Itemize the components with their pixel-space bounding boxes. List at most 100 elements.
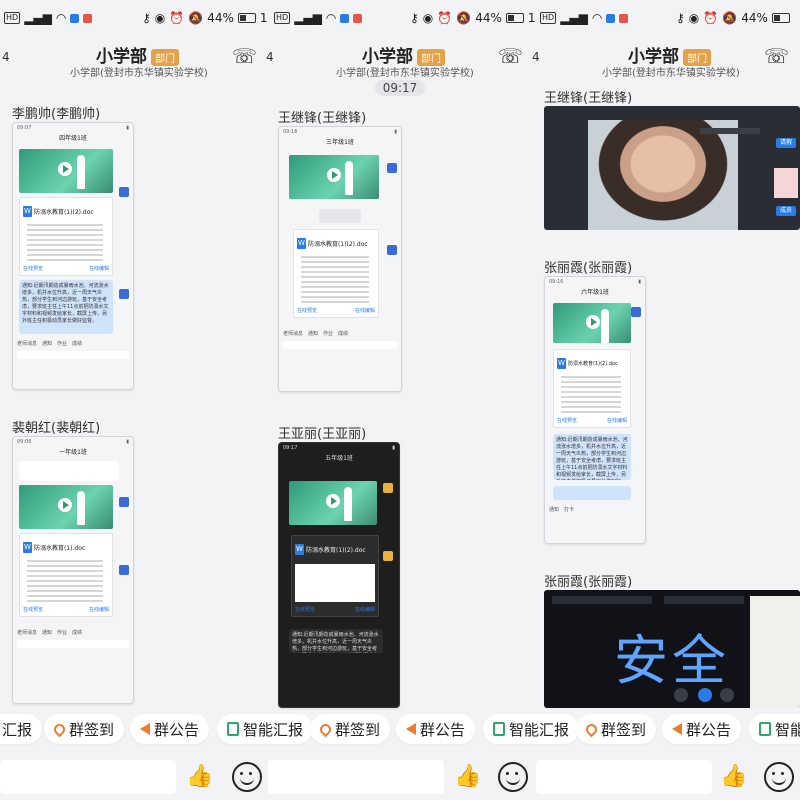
tb-item: 通知 — [42, 341, 53, 347]
status-count: 1 — [259, 11, 268, 25]
chip-smart-report[interactable]: 智能汇报 — [483, 714, 580, 744]
unread-count: 4 — [532, 50, 540, 64]
thumbs-up-icon[interactable]: 👍 — [454, 764, 481, 789]
status-bar-3-right: ⚷ ◉ ⏰ 🔕 44% — [676, 6, 790, 30]
battery-icon — [237, 13, 256, 23]
participant-video — [588, 120, 738, 230]
chip-smart-report[interactable]: 智能 — [749, 714, 800, 744]
chip-label: 智能汇报 — [243, 720, 304, 739]
alarm-icon: ⏰ — [703, 11, 719, 25]
location-icon — [51, 721, 68, 737]
play-icon — [585, 315, 600, 329]
members-button: 成员 — [776, 206, 796, 216]
thumb-chat-title: 一年级1班 — [59, 449, 87, 456]
play-icon — [326, 168, 341, 183]
phone-icon[interactable]: ☏ — [232, 44, 257, 68]
screenshot-image[interactable]: 09:07 ▮ 四年级1班 W 防溺水教育(1)(2).doc 在线预览 在线编辑 通… — [12, 122, 134, 390]
screenshot-image[interactable]: 09:08 ▮ 一年级1班 W 防溺水教育(1).doc 在线预览 在线编辑 老师消息… — [12, 436, 134, 704]
emoji-icon[interactable] — [232, 762, 262, 792]
whiteboard-screenshot[interactable]: 安全 — [544, 590, 800, 708]
chip-label: 汇报 — [2, 720, 33, 739]
wifi-icon: ◠ — [591, 11, 603, 25]
eye-icon: ◉ — [154, 11, 166, 25]
thumb-toolbar: 通知 打卡 — [545, 504, 645, 515]
chip-announcement[interactable]: 群公告 — [396, 714, 476, 744]
thumb-input — [283, 341, 397, 349]
report-icon — [227, 722, 239, 736]
edit-link: 在线编辑 — [606, 418, 627, 424]
chip-checkin[interactable]: 群签到 — [310, 714, 391, 744]
thumb-chat-title: 四年级1班 — [59, 135, 87, 142]
doc-actions: 在线预览 在线编辑 — [295, 606, 375, 613]
location-icon — [317, 721, 334, 737]
sender-name: 王亚丽(王亚丽) — [278, 427, 367, 442]
notice-bubble: 通知:近期汛期造成暴雨水池、河流涨水增多，机井水位升高，近一周天气炎热，部分学生… — [553, 434, 631, 480]
presenter-figure — [77, 491, 86, 525]
system-message — [319, 209, 361, 223]
hd-badge: HD — [4, 12, 21, 24]
avatar — [383, 483, 393, 493]
eye-icon: ◉ — [688, 11, 700, 25]
call-toolbar — [700, 128, 760, 134]
screenshot-image[interactable]: 09:16 ▮ 六年级1班 W 防溺水教育(1)(2).doc 在线预览 在线编辑 通… — [544, 276, 646, 544]
doc-name: 防溺水教育(1)(2).doc — [308, 241, 368, 248]
emoji-icon[interactable] — [764, 762, 794, 792]
thumb-toolbar: 老师消息 通知 作业 成绩 — [13, 627, 133, 638]
reply-bubble — [553, 486, 631, 500]
video-thumbnail — [289, 481, 377, 525]
app-icon — [340, 13, 350, 23]
avatar — [119, 497, 129, 507]
thumb-statusbar: 09:17 ▮ — [283, 445, 395, 451]
chip-checkin[interactable]: 群签到 — [44, 714, 125, 744]
video-thumbnail — [289, 155, 379, 199]
chip-smart-report[interactable]: 智能汇报 — [217, 714, 314, 744]
chip-label: 群签到 — [335, 720, 381, 739]
video-thumbnail — [19, 485, 113, 529]
thumb-toolbar: 老师消息 通知 作业 成绩 — [279, 328, 401, 339]
wifi-icon: ◠ — [55, 11, 67, 25]
leave-button: 请假 — [776, 138, 796, 148]
chip-announcement[interactable]: 群公告 — [130, 714, 210, 744]
mute-icon: 🔕 — [456, 11, 472, 25]
app-icon — [70, 13, 80, 23]
tb-item: 作业 — [57, 341, 68, 347]
presenter-figure — [77, 155, 86, 189]
thumbs-up-icon[interactable]: 👍 — [186, 764, 213, 789]
doc-actions: 在线预览 在线编辑 — [23, 606, 109, 613]
chip-checkin[interactable]: 群签到 — [576, 714, 657, 744]
avatar — [387, 245, 397, 255]
message-input[interactable] — [536, 760, 712, 794]
screenshot-image[interactable]: 09:16 ▮ 三年级1班 W 防溺水教育(1)(2).doc 在线预览 在线编辑 老… — [278, 126, 402, 392]
presenter-figure — [601, 309, 610, 343]
signal-icon: ▂▄▆ — [560, 11, 588, 25]
unread-count: 4 — [2, 50, 10, 64]
presenter-figure — [343, 487, 352, 521]
phone-icon[interactable]: ☏ — [498, 44, 523, 68]
app-icon — [353, 13, 363, 23]
thumb-chat-title: 三年级1班 — [326, 139, 354, 146]
video-call-screenshot[interactable]: 请假 成员 — [544, 106, 800, 230]
doc-card: W 防溺水教育(1).doc 在线预览 在线编辑 — [19, 533, 113, 617]
emoji-icon[interactable] — [498, 762, 528, 792]
thumb-chat-title: 五年级1班 — [325, 455, 353, 462]
tb-item: 通知 — [42, 630, 53, 636]
pen-icon — [720, 688, 734, 702]
wifi-icon: ◠ — [325, 11, 337, 25]
doc-actions: 在线预览 在线编辑 — [297, 307, 375, 314]
phone-icon[interactable]: ☏ — [764, 44, 789, 68]
megaphone-icon — [406, 723, 416, 735]
chalk-text: 安全 — [614, 629, 730, 692]
thumbs-up-icon[interactable]: 👍 — [720, 764, 747, 789]
alarm-icon: ⏰ — [169, 11, 185, 25]
chip-label: 群签到 — [69, 720, 115, 739]
chip-report[interactable]: 汇报 — [0, 714, 43, 744]
word-icon: W — [295, 544, 304, 555]
message-input[interactable] — [0, 760, 176, 794]
participant-tiles — [750, 596, 800, 708]
word-icon: W — [23, 542, 32, 553]
message-input[interactable] — [268, 760, 444, 794]
chip-announcement[interactable]: 群公告 — [662, 714, 742, 744]
chip-label: 群签到 — [601, 720, 647, 739]
screenshot-image[interactable]: 09:17 ▮ 五年级1班 W 防溺水教育(1)(2).doc 在线预览 在线编辑 通… — [278, 442, 400, 708]
status-bar-1: HD ▂▄▆ ◠ — [4, 6, 93, 30]
